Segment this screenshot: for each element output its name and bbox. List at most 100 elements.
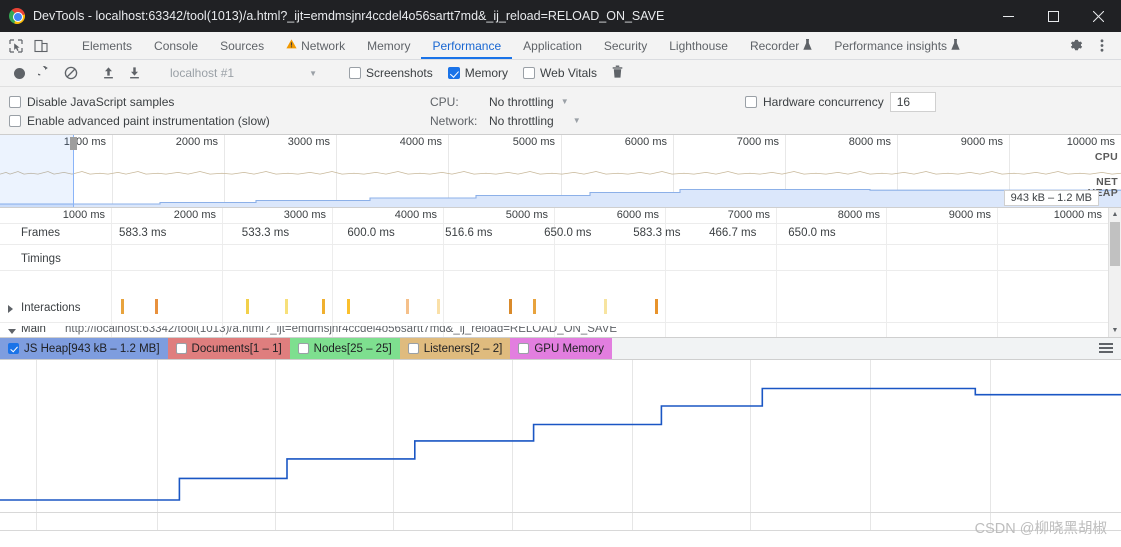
checkbox-disable-js-samples[interactable]: Disable JavaScript samples [9,92,270,111]
legend-listeners[interactable]: Listeners[2 – 2] [399,338,511,359]
frame-duration: 516.6 ms [445,227,493,239]
save-profile-icon[interactable] [122,62,146,84]
throttling-controls: CPU: No throttling ▼ Network: No throttl… [430,92,581,130]
tab-label: Lighthouse [669,38,728,53]
overview-window-left-handle[interactable] [70,137,77,150]
legend-documents[interactable]: Documents[1 – 1] [167,338,290,359]
record-circle-icon[interactable] [7,62,31,84]
interaction-marker[interactable] [437,299,440,314]
interaction-marker[interactable] [509,299,512,314]
legend-nodes[interactable]: Nodes[25 – 25] [289,338,400,359]
interaction-marker[interactable] [322,299,325,314]
scrollbar-thumb[interactable] [1110,222,1120,266]
timeline-flame-panel[interactable]: 1000 ms 2000 ms 3000 ms 4000 ms 5000 ms 6000 … [0,208,1121,338]
device-toolbar-icon[interactable] [32,37,49,54]
memory-chart[interactable]: CSDN @柳晓黑胡椒 [0,360,1121,547]
overview-tick-label: 2000 ms [175,136,218,148]
window-controls [986,0,1121,32]
tab-lighthouse[interactable]: Lighthouse [658,32,739,59]
session-selector-value: localhost #1 [170,66,235,80]
checkbox-screenshots[interactable]: Screenshots [349,66,433,80]
tab-performance-insights[interactable]: Performance insights [823,32,971,59]
tab-network[interactable]: Network [275,32,356,59]
legend-js-heap[interactable]: JS Heap[943 kB – 1.2 MB] [0,338,168,359]
checkbox-web-vitals[interactable]: Web Vitals [523,66,597,80]
hardware-concurrency-input[interactable]: 16 [889,92,936,112]
tab-performance[interactable]: Performance [421,32,512,59]
flame-gridline [443,208,444,337]
interaction-marker[interactable] [347,299,350,314]
chevron-down-icon: ▼ [560,97,569,106]
reload-and-record-icon[interactable] [33,62,57,84]
timeline-overview[interactable]: 1000 ms 2000 ms 3000 ms 4000 ms 5000 ms 6000 … [0,135,1121,208]
kebab-menu-icon[interactable] [1089,33,1115,59]
interaction-marker[interactable] [285,299,288,314]
memory-counters-legend: JS Heap[943 kB – 1.2 MB] Documents[1 – 1… [0,338,1121,360]
clear-recording-icon[interactable] [59,62,83,84]
checkbox-box [349,67,361,79]
session-selector[interactable]: localhost #1 ▼ [165,63,322,84]
checkbox-hardware-concurrency[interactable]: Hardware concurrency [745,93,884,112]
tab-bar-right-actions [1054,32,1121,59]
tab-application[interactable]: Application [512,32,593,59]
timings-row-label: Timings [21,253,61,265]
tab-security[interactable]: Security [593,32,658,59]
legend-label: Listeners[2 – 2] [423,342,503,355]
checkbox-memory[interactable]: Memory [447,66,508,80]
tab-console[interactable]: Console [143,32,209,59]
csdn-watermark: CSDN @柳晓黑胡椒 [974,521,1107,537]
checkbox-box [407,343,419,354]
record-toolbar: localhost #1 ▼ Screenshots Memory Web Vi… [0,60,1121,87]
minimize-button[interactable] [986,0,1031,32]
overview-tick-label: 6000 ms [624,136,667,148]
scroll-down-icon[interactable]: ▼ [1109,324,1121,337]
legend-label: GPU Memory [534,342,604,355]
chevron-down-icon: ▼ [572,116,581,125]
network-throttling[interactable]: Network: No throttling ▼ [430,111,581,130]
inspect-element-icon[interactable] [7,37,24,54]
flame-tick-label: 6000 ms [616,209,659,221]
tab-elements[interactable]: Elements [71,32,143,59]
frames-row-separator [0,244,1121,245]
interaction-marker[interactable] [604,299,607,314]
scroll-up-icon[interactable]: ▲ [1109,208,1121,221]
frame-duration: 583.3 ms [119,227,167,239]
cpu-throttling[interactable]: CPU: No throttling ▼ [430,92,581,111]
overview-tick-label: 4000 ms [399,136,442,148]
interaction-marker[interactable] [121,299,124,314]
timings-row-separator [0,270,1121,271]
checkbox-label: Disable JavaScript samples [27,94,175,109]
tab-sources[interactable]: Sources [209,32,275,59]
overview-band-label-cpu: CPU [1094,151,1118,163]
flame-tick-label: 9000 ms [948,209,991,221]
main-collapse-icon[interactable] [8,329,16,334]
interaction-marker[interactable] [533,299,536,314]
interactions-expand-icon[interactable] [8,305,13,313]
frame-duration: 650.0 ms [788,227,836,239]
interaction-marker[interactable] [155,299,158,314]
network-throttling-value: No throttling [489,113,554,128]
overview-tick-label: 7000 ms [736,136,779,148]
tab-bar-tools [0,32,71,59]
checkbox-advanced-paint[interactable]: Enable advanced paint instrumentation (s… [9,111,270,130]
legend-gpu-memory[interactable]: GPU Memory [510,338,612,359]
main-thread-row[interactable]: Main http://localhost:63342/tool(1013)/a… [0,326,1108,337]
tab-recorder[interactable]: Recorder [739,32,823,59]
load-profile-icon[interactable] [96,62,120,84]
cpu-throttling-label: CPU: [430,94,459,109]
tab-label: Sources [220,38,265,53]
maximize-button[interactable] [1031,0,1076,32]
tab-memory[interactable]: Memory [356,32,421,59]
flame-tick-label: 3000 ms [283,209,326,221]
chevron-down-icon: ▼ [309,68,317,78]
legend-menu-icon[interactable] [1099,343,1113,356]
interaction-marker[interactable] [406,299,409,314]
overview-selection-window[interactable] [0,135,77,207]
flame-ruler: 1000 ms 2000 ms 3000 ms 4000 ms 5000 ms 6000 … [0,208,1121,224]
interaction-marker[interactable] [246,299,249,314]
flame-vertical-scrollbar[interactable]: ▲ ▼ [1108,208,1121,337]
gear-icon[interactable] [1063,33,1089,59]
close-button[interactable] [1076,0,1121,32]
interaction-marker[interactable] [655,299,658,314]
collect-garbage-icon[interactable] [611,65,624,82]
